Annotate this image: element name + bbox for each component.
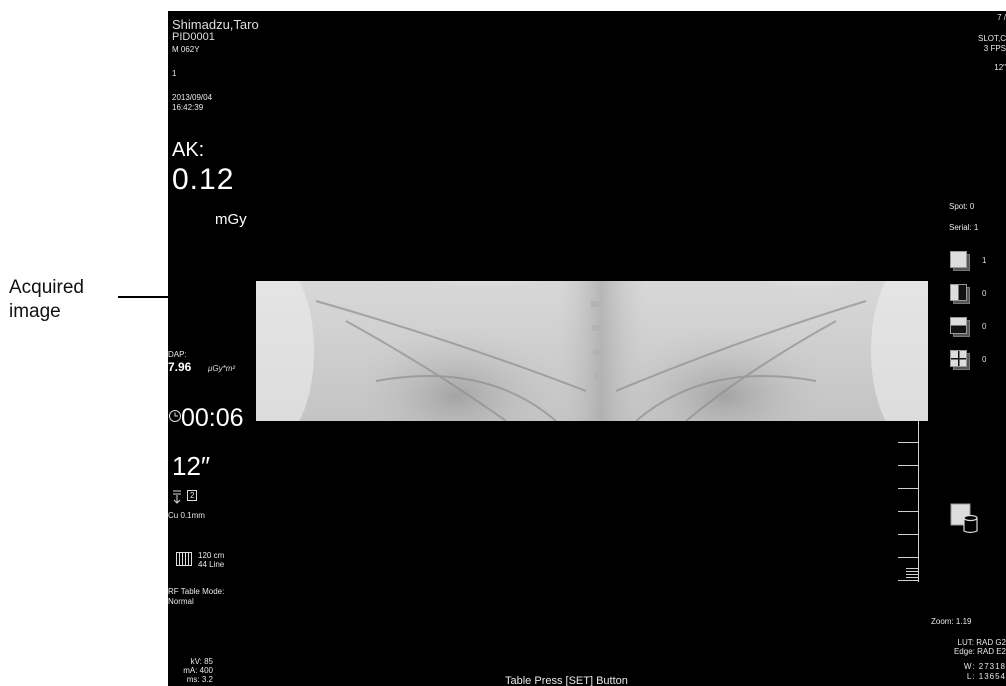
grid-arrow-icon bbox=[171, 489, 185, 505]
grid-number-badge: 2 bbox=[187, 490, 198, 501]
layout-split-vertical-icon[interactable] bbox=[950, 284, 970, 304]
callout-line-2: image bbox=[9, 301, 61, 322]
layout-single-count: 1 bbox=[982, 256, 987, 265]
slot-label: SLOT,C bbox=[977, 34, 1006, 43]
patient-id: PID0001 bbox=[172, 31, 215, 43]
exposure-kv: kV: 85 bbox=[190, 657, 213, 666]
patient-sex-age: M 062Y bbox=[172, 45, 200, 54]
ak-unit: mGy bbox=[215, 211, 247, 228]
series-number: 1 bbox=[172, 69, 177, 78]
window-width: W: 27318 bbox=[963, 662, 1006, 671]
spot-counter: Spot: 0 bbox=[949, 202, 975, 211]
storage-icon[interactable] bbox=[950, 503, 980, 535]
dap-value: 7.96 bbox=[168, 360, 192, 374]
exposure-ma: mA: 400 bbox=[183, 666, 213, 675]
status-message: Table Press [SET] Button bbox=[505, 675, 628, 686]
layout-single-icon[interactable] bbox=[950, 251, 970, 271]
patient-name: Shimadzu,Taro bbox=[172, 17, 259, 32]
acquired-image bbox=[256, 281, 928, 421]
table-mode-label: RF Table Mode: bbox=[168, 587, 225, 596]
ak-label: AK: bbox=[172, 139, 205, 161]
grid-icon bbox=[176, 552, 192, 566]
grid-lines: 44 Line bbox=[198, 560, 225, 569]
layout-quad-icon[interactable] bbox=[950, 350, 970, 370]
edge-value: Edge: RAD E2 bbox=[953, 647, 1006, 656]
clock-icon bbox=[168, 409, 182, 423]
image-size: 12" bbox=[994, 63, 1006, 72]
field-size: 12″ bbox=[172, 451, 211, 481]
layout-split-vertical-count: 0 bbox=[982, 289, 987, 298]
window-level: L: 13654 bbox=[966, 672, 1006, 681]
dap-label: DAP: bbox=[168, 350, 187, 359]
acquired-image-callout: Acquired image bbox=[9, 276, 119, 324]
grid-distance: 120 cm bbox=[198, 551, 225, 560]
frame-counter: 7 / bbox=[997, 13, 1006, 22]
callout-line-1: Acquired bbox=[9, 277, 84, 298]
zoom-level: Zoom: 1.19 bbox=[931, 617, 972, 626]
dap-unit: μGy*m² bbox=[208, 364, 236, 373]
ak-value: 0.12 bbox=[172, 163, 235, 196]
xray-image bbox=[256, 281, 928, 421]
copper-filter: Cu 0.1mm bbox=[168, 511, 205, 520]
study-date: 2013/09/04 bbox=[172, 93, 213, 102]
lut-value: LUT: RAD G2 bbox=[957, 638, 1006, 647]
layout-split-horizontal-icon[interactable] bbox=[950, 317, 970, 337]
frame-rate: 3 FPS bbox=[983, 44, 1006, 53]
study-time: 16:42:39 bbox=[172, 103, 204, 112]
table-mode-value: Normal bbox=[168, 597, 194, 606]
fluoro-timer: 00:06 bbox=[181, 404, 244, 432]
serial-counter: Serial: 1 bbox=[949, 223, 979, 232]
layout-split-horizontal-count: 0 bbox=[982, 322, 987, 331]
layout-quad-count: 0 bbox=[982, 355, 987, 364]
exposure-ms: ms: 3.2 bbox=[186, 675, 213, 684]
